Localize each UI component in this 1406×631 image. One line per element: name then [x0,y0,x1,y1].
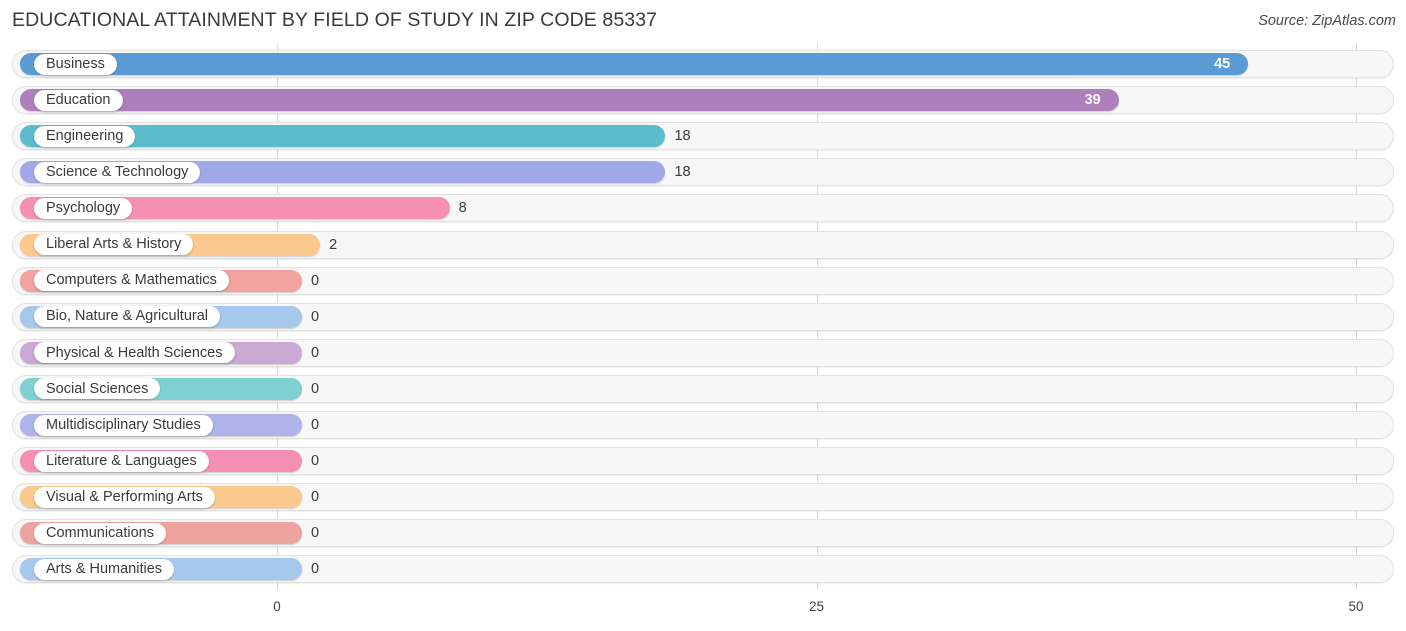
category-label-pill: Psychology [34,197,133,219]
bar-value-label: 18 [674,164,691,181]
category-label: Liberal Arts & History [46,236,182,253]
category-label: Literature & Languages [46,452,197,469]
category-label: Physical & Health Sciences [46,344,223,361]
bar-value-label: 0 [311,561,320,578]
category-label: Multidisciplinary Studies [46,416,201,433]
bar-value-label: 0 [311,272,320,289]
bar-row[interactable]: Liberal Arts & History 2 [12,230,1394,259]
category-label-pill: Education [34,89,123,111]
bar-rows: Business 45 Education 39 Engineering 18 Scienc… [0,44,1406,595]
bar-row[interactable]: Psychology 8 [12,194,1394,223]
bar-row[interactable]: Multidisciplinary Studies 0 [12,411,1394,439]
source-attribution: Source: ZipAtlas.com [1258,13,1396,29]
category-label-pill: Engineering [34,125,136,147]
bar-row[interactable]: Social Sciences 0 [12,374,1394,403]
category-label: Social Sciences [46,380,149,397]
bar-row[interactable]: Business 45 [12,50,1394,78]
bar-value-label: 45 [1214,56,1231,72]
category-label: Education [46,91,111,108]
bar-row[interactable]: Physical & Health Sciences 0 [12,338,1394,367]
bar-value-label: 0 [311,489,320,506]
category-label-pill: Social Sciences [34,378,161,400]
bar-row[interactable]: Arts & Humanities 0 [12,555,1394,584]
bar-value-label: 0 [311,525,320,542]
bar-value-label: 0 [311,308,320,325]
category-label-pill: Communications [34,522,166,544]
bar-value-label: 18 [674,128,691,145]
category-label: Arts & Humanities [46,561,163,578]
category-label: Visual & Performing Arts [46,488,203,505]
category-label-pill: Physical & Health Sciences [34,342,235,364]
category-label-pill: Multidisciplinary Studies [34,414,213,436]
bar-row[interactable]: Bio, Nature & Agricultural 0 [12,302,1394,331]
bar-row[interactable]: Science & Technology 18 [12,158,1394,187]
x-tick-label: 50 [1348,599,1364,614]
x-tick-label: 25 [808,599,825,614]
bar-value-label: 39 [1084,92,1101,109]
x-axis: 0 25 50 [0,595,1406,631]
category-label: Communications [46,525,154,542]
bar-fill [20,53,1249,75]
category-label: Science & Technology [46,164,189,181]
category-label-pill: Business [34,53,117,75]
bar-value-label: 0 [311,344,320,361]
plot-area: Business 45 Education 39 Engineering 18 Scienc… [0,44,1406,595]
category-label: Computers & Mathematics [46,272,217,289]
bar-value-label: 0 [311,417,320,433]
category-label: Engineering [46,127,124,144]
category-label-pill: Science & Technology [34,161,201,183]
bar-row[interactable]: Visual & Performing Arts 0 [12,483,1394,512]
category-label-pill: Bio, Nature & Agricultural [34,306,220,328]
bar-row[interactable]: Computers & Mathematics 0 [12,266,1394,295]
x-tick-label: 0 [273,599,281,614]
chart-page: EDUCATIONAL ATTAINMENT BY FIELD OF STUDY… [0,0,1406,631]
bar-value-label: 0 [311,453,320,470]
bar-value-label: 2 [329,236,338,253]
bar-row[interactable]: Communications 0 [12,519,1394,548]
category-label: Psychology [46,200,121,217]
page-title: EDUCATIONAL ATTAINMENT BY FIELD OF STUDY… [12,9,658,31]
bar-value-label: 8 [458,200,467,217]
category-label-pill: Visual & Performing Arts [34,486,215,508]
category-label: Business [46,55,105,72]
category-label: Bio, Nature & Agricultural [46,308,208,325]
category-label-pill: Arts & Humanities [34,558,175,580]
category-label-pill: Computers & Mathematics [34,270,229,292]
bar-fill [20,89,1119,112]
chart-header: EDUCATIONAL ATTAINMENT BY FIELD OF STUDY… [0,0,1406,44]
category-label-pill: Literature & Languages [34,450,209,472]
bar-row[interactable]: Literature & Languages 0 [12,447,1394,476]
category-label-pill: Liberal Arts & History [34,234,194,255]
bar-row[interactable]: Education 39 [12,86,1394,115]
bar-row[interactable]: Engineering 18 [12,122,1394,151]
bar-value-label: 0 [311,380,320,397]
